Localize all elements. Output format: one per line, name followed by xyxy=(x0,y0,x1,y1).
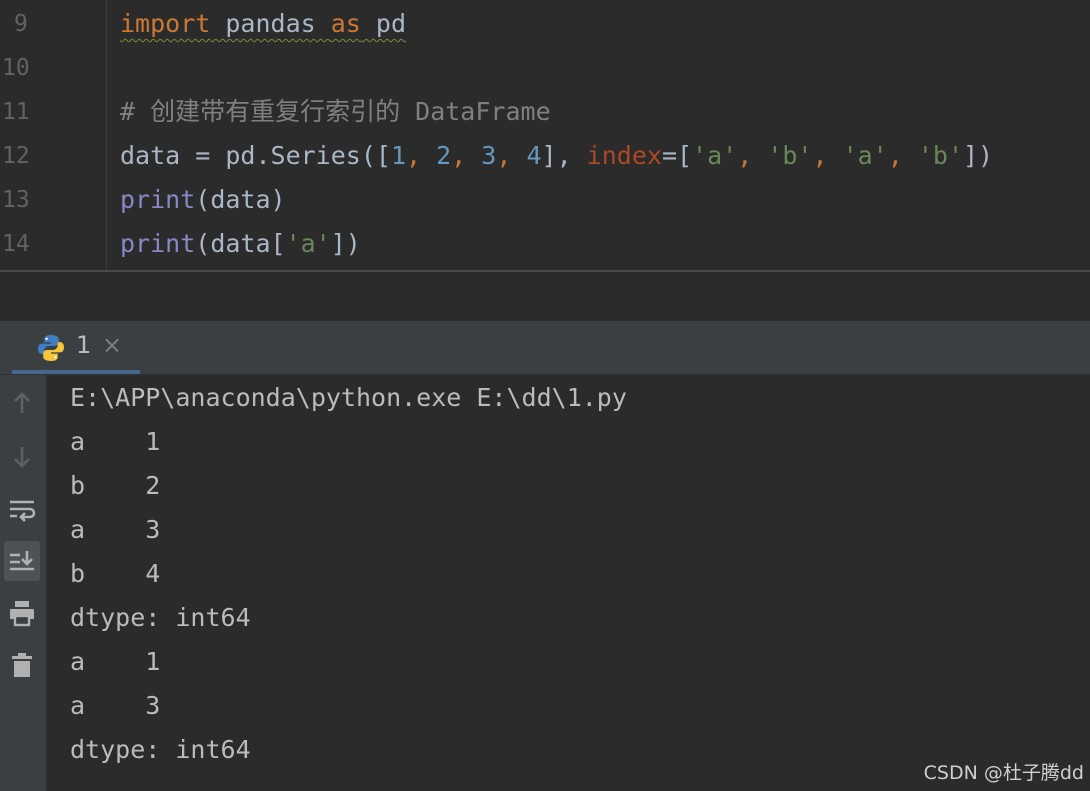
number-literal: 2 xyxy=(436,141,452,170)
run-toolbar xyxy=(0,375,47,791)
comma: , xyxy=(496,141,527,170)
up-arrow-icon[interactable] xyxy=(4,383,40,423)
comma: , xyxy=(451,141,482,170)
number-literal: 1 xyxy=(390,141,406,170)
module-name: pandas xyxy=(210,9,331,38)
keyword-argument: index xyxy=(586,141,662,170)
comma: , xyxy=(812,141,843,170)
trash-icon[interactable] xyxy=(4,645,40,685)
number-literal: 4 xyxy=(526,141,542,170)
splitter[interactable] xyxy=(0,272,1090,321)
console-line: E:\APP\anaconda\python.exe E:\dd\1.py xyxy=(70,383,627,412)
run-panel-header: 1 × xyxy=(0,321,1090,374)
code-editor[interactable]: 9 10 11 12 13 14 import pandas as pd # 创… xyxy=(0,0,1090,270)
string-literal: 'a' xyxy=(692,141,738,170)
console-line: a 1 xyxy=(70,427,161,456)
console-line: a 3 xyxy=(70,515,161,544)
keyword-import: import xyxy=(120,9,211,38)
code-text: ]) xyxy=(963,141,994,170)
close-icon[interactable]: × xyxy=(102,331,122,359)
soft-wrap-icon[interactable] xyxy=(4,489,40,529)
module-alias: pd xyxy=(360,9,406,38)
console-line: dtype: int64 xyxy=(70,603,251,632)
python-icon xyxy=(38,335,64,361)
string-literal: 'b' xyxy=(767,141,813,170)
code-text: (data) xyxy=(195,185,286,214)
comment-text: # 创建带有重复行索引的 DataFrame xyxy=(120,97,551,126)
comma: , xyxy=(887,141,918,170)
line-number: 12 xyxy=(2,143,30,169)
string-literal: 'a' xyxy=(285,229,331,258)
console-line: b 2 xyxy=(70,471,161,500)
code-text: =[ xyxy=(661,141,693,170)
code-line-comment[interactable]: # 创建带有重复行索引的 DataFrame xyxy=(120,90,551,134)
number-literal: 3 xyxy=(481,141,497,170)
down-arrow-icon[interactable] xyxy=(4,437,40,477)
watermark: CSDN @杜子腾dd xyxy=(923,762,1084,784)
scroll-to-end-icon[interactable] xyxy=(4,541,40,581)
keyword-as: as xyxy=(330,9,361,38)
code-text: (data[ xyxy=(195,229,286,258)
line-number: 13 xyxy=(2,187,30,213)
code-line-print-subset[interactable]: print(data['a']) xyxy=(120,222,361,266)
console-line: dtype: int64 xyxy=(70,735,251,764)
code-line-series[interactable]: data = pd.Series([1, 2, 3, 4], index=['a… xyxy=(120,134,993,178)
builtin-print: print xyxy=(120,229,196,258)
code-line-import[interactable]: import pandas as pd xyxy=(120,2,406,46)
code-text: data = pd.Series([ xyxy=(120,141,391,170)
run-tab[interactable]: 1 × xyxy=(12,321,140,374)
code-text: ], xyxy=(541,141,587,170)
line-number-gutter: 9 10 11 12 13 14 xyxy=(0,0,107,270)
line-number: 14 xyxy=(2,231,30,257)
string-literal: 'b' xyxy=(917,141,963,170)
comma: , xyxy=(406,141,437,170)
console-output[interactable]: E:\APP\anaconda\python.exe E:\dd\1.py a … xyxy=(47,375,1090,791)
console-line: a 1 xyxy=(70,647,161,676)
string-literal: 'a' xyxy=(842,141,888,170)
comma: , xyxy=(737,141,768,170)
line-number: 9 xyxy=(14,11,28,37)
code-text: ]) xyxy=(330,229,361,258)
builtin-print: print xyxy=(120,185,196,214)
print-icon[interactable] xyxy=(4,593,40,633)
line-number: 11 xyxy=(2,99,30,125)
line-number: 10 xyxy=(2,55,30,81)
run-tab-label: 1 xyxy=(76,331,92,359)
console-line: b 4 xyxy=(70,559,161,588)
console-line: a 3 xyxy=(70,691,161,720)
code-line-print-data[interactable]: print(data) xyxy=(120,178,286,222)
